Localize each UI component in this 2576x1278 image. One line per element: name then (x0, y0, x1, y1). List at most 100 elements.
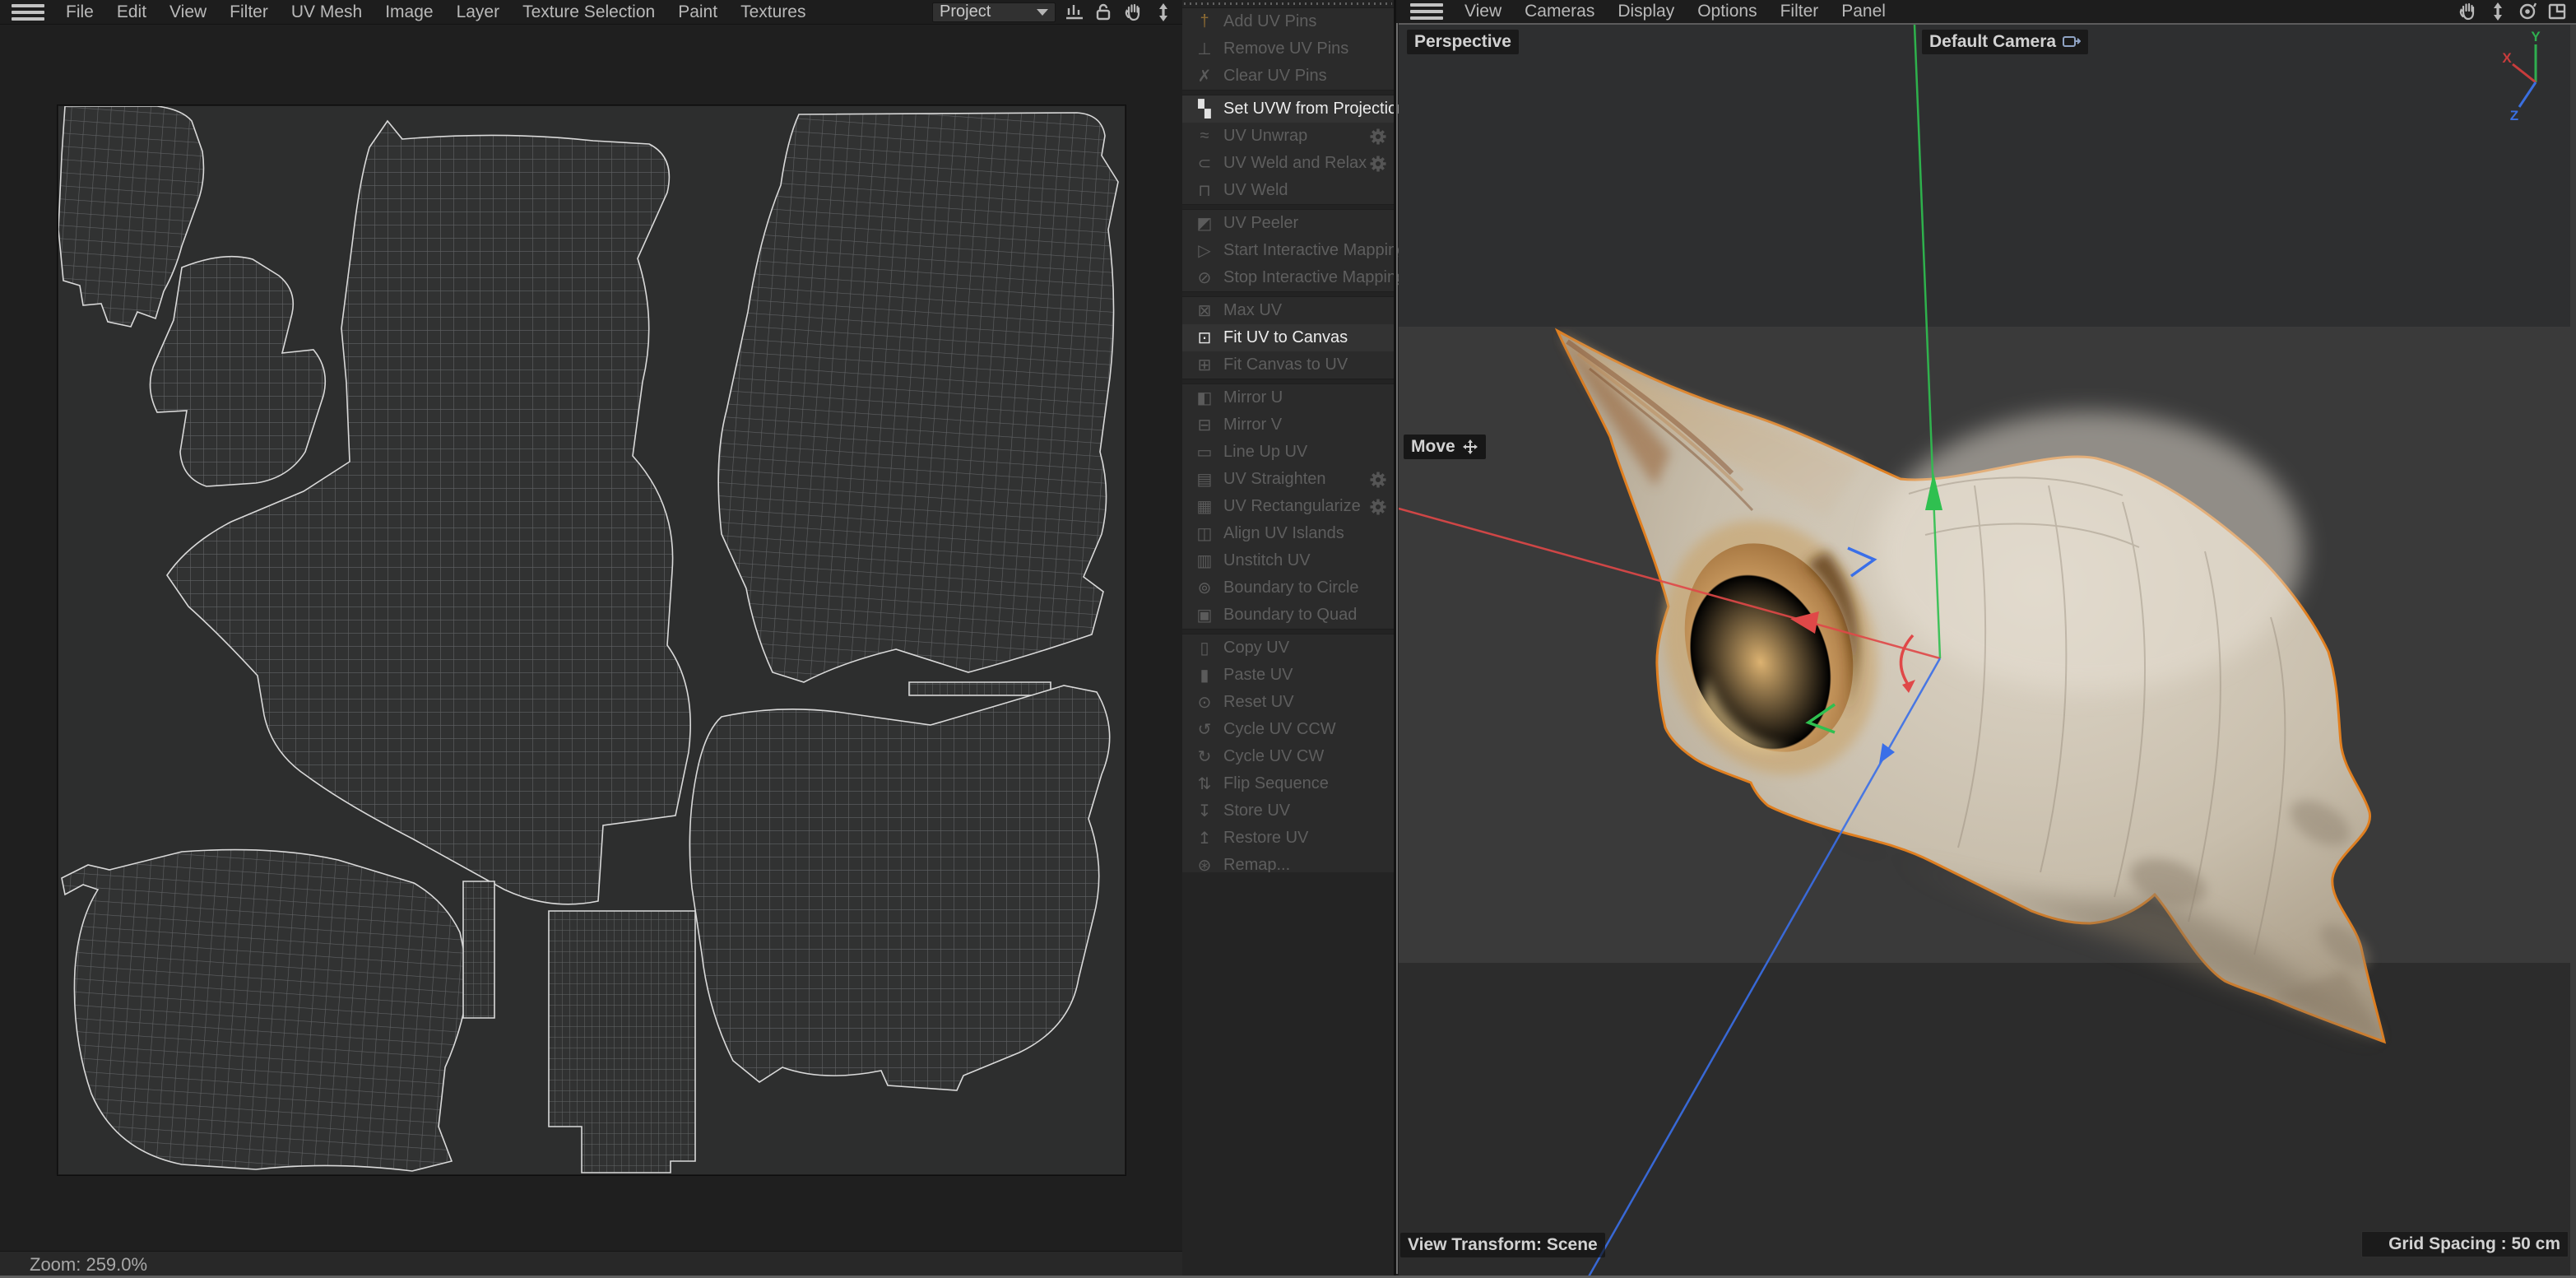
panel-item-label: UV Weld (1223, 181, 1288, 200)
menu-filter[interactable]: Filter (218, 2, 280, 22)
panel-item-mirror-v[interactable]: ⊟Mirror V (1182, 411, 1394, 439)
panel-item-cycle-uv-cw[interactable]: ↻Cycle UV CW (1182, 743, 1394, 770)
panel-item-line-up-uv[interactable]: ▭Line Up UV (1182, 439, 1394, 466)
menu-layer[interactable]: Layer (445, 2, 512, 22)
uv-island[interactable] (150, 257, 325, 486)
shell-model[interactable] (1557, 331, 2384, 1042)
panel-item-label: Restore UV (1223, 829, 1308, 848)
grid-spacing-status: Grid Spacing : 50 cm (2361, 1231, 2569, 1257)
uv-editor-menubar: FileEditViewFilterUV MeshImageLayerTextu… (0, 0, 1182, 25)
rectangularize-icon: ▦ (1192, 496, 1217, 517)
uv-island[interactable] (463, 881, 494, 1018)
stop-icon: ⊘ (1192, 267, 1217, 288)
menu-cameras[interactable]: Cameras (1513, 2, 1606, 21)
panel-item-uv-peeler[interactable]: ◩UV Peeler (1182, 210, 1394, 237)
panel-item-uv-unwrap[interactable]: ≈UV Unwrap (1182, 123, 1394, 150)
panel-item-store-uv[interactable]: ↧Store UV (1182, 797, 1394, 825)
menu-view[interactable]: View (1453, 2, 1513, 21)
pan-vertical-icon[interactable] (1153, 2, 1174, 23)
viewport-3d[interactable]: Perspective Default Camera Move (1399, 25, 2576, 1278)
panel-item-cycle-uv-ccw[interactable]: ↺Cycle UV CCW (1182, 716, 1394, 743)
panel-item-start-interactive-mapping[interactable]: ▷Start Interactive Mapping (1182, 237, 1394, 264)
weld-icon: ⊓ (1192, 180, 1217, 201)
panel-item-clear-uv-pins[interactable]: ✗Clear UV Pins (1182, 63, 1394, 90)
panel-item-boundary-to-quad[interactable]: ▣Boundary to Quad (1182, 602, 1394, 629)
align-islands-icon: ◫ (1192, 523, 1217, 544)
panel-item-boundary-to-circle[interactable]: ⊚Boundary to Circle (1182, 574, 1394, 602)
panel-item-label: UV Straighten (1223, 470, 1326, 489)
uv-island[interactable] (167, 121, 690, 904)
panel-item-mirror-u[interactable]: ◧Mirror U (1182, 384, 1394, 411)
menu-options[interactable]: Options (1686, 2, 1768, 21)
menu-texture-selection[interactable]: Texture Selection (511, 2, 666, 22)
panel-item-set-uvw-from-projection[interactable]: ▚Set UVW from Projection (1182, 95, 1394, 123)
hand-icon[interactable] (2458, 1, 2479, 22)
axis-orientation-gizmo[interactable]: Y X Z (2501, 31, 2575, 122)
panel-item-reset-uv[interactable]: ⊙Reset UV (1182, 689, 1394, 716)
maximize-icon[interactable] (2546, 1, 2568, 22)
uv-island[interactable] (909, 682, 1051, 695)
menu-uv-mesh[interactable]: UV Mesh (280, 2, 374, 22)
panel-item-label: Flip Sequence (1223, 774, 1329, 793)
pan-vertical-icon[interactable] (2487, 1, 2509, 22)
panel-item-add-uv-pins[interactable]: †Add UV Pins (1182, 8, 1394, 35)
uv-editor-pane: FileEditViewFilterUV MeshImageLayerTextu… (0, 0, 1182, 1278)
panel-item-label: Cycle UV CCW (1223, 720, 1336, 739)
menu-file[interactable]: File (54, 2, 105, 22)
panel-item-unstitch-uv[interactable]: ▥Unstitch UV (1182, 547, 1394, 574)
panel-item-stop-interactive-mapping[interactable]: ⊘Stop Interactive Mapping (1182, 264, 1394, 291)
menu-image[interactable]: Image (374, 2, 444, 22)
histogram-icon[interactable] (1064, 2, 1085, 23)
panel-item-uv-weld-and-relax[interactable]: ⊂UV Weld and Relax (1182, 150, 1394, 177)
menu-view[interactable]: View (158, 2, 218, 22)
project-dropdown[interactable]: Project (932, 2, 1056, 22)
hand-icon[interactable] (1123, 2, 1144, 23)
menu-textures[interactable]: Textures (729, 2, 817, 22)
menu-display[interactable]: Display (1606, 2, 1686, 21)
panel-item-max-uv[interactable]: ⊠Max UV (1182, 297, 1394, 324)
panel-empty-area (1182, 872, 1394, 1278)
unwrap-icon: ≈ (1192, 127, 1217, 146)
uv-island[interactable] (718, 113, 1118, 682)
gear-icon[interactable] (1369, 155, 1387, 173)
uv-island[interactable] (62, 850, 470, 1171)
panel-item-restore-uv[interactable]: ↥ Restore UV (1182, 825, 1394, 852)
orbit-icon[interactable] (2517, 1, 2538, 22)
paste-icon: ▮ (1192, 665, 1217, 685)
panel-item-remove-uv-pins[interactable]: ⊥Remove UV Pins (1182, 35, 1394, 63)
gear-icon[interactable] (1369, 498, 1387, 516)
hamburger-menu-icon[interactable] (12, 4, 44, 21)
panel-item-flip-sequence[interactable]: ⇅Flip Sequence (1182, 770, 1394, 797)
pin-remove-icon: ⊥ (1192, 39, 1217, 59)
menu-paint[interactable]: Paint (666, 2, 729, 22)
panel-item-uv-weld[interactable]: ⊓ UV Weld (1182, 177, 1394, 204)
menu-panel[interactable]: Panel (1830, 2, 1897, 21)
menu-edit[interactable]: Edit (105, 2, 158, 22)
camera-label[interactable]: Default Camera (1922, 30, 2088, 54)
uv-island[interactable] (549, 911, 695, 1173)
uv-island[interactable] (689, 685, 1109, 1090)
panel-item-label: Boundary to Quad (1223, 606, 1357, 625)
restore-icon: ↥ (1192, 828, 1217, 848)
menu-filter[interactable]: Filter (1769, 2, 1831, 21)
panel-item-label: Reset UV (1223, 693, 1294, 712)
panel-item-copy-uv[interactable]: ▯Copy UV (1182, 634, 1394, 662)
panel-item-fit-uv-to-canvas[interactable]: ⊡Fit UV to Canvas (1182, 324, 1394, 351)
panel-item-uv-rectangularize[interactable]: ▦UV Rectangularize (1182, 493, 1394, 520)
panel-item-label: Max UV (1223, 301, 1282, 320)
panel-grip-handle[interactable] (1184, 1, 1392, 7)
panel-item-fit-canvas-to-uv[interactable]: ⊞Fit Canvas to UV (1182, 351, 1394, 379)
uv-editor-toolbar (1056, 2, 1182, 23)
panel-item-align-uv-islands[interactable]: ◫Align UV Islands (1182, 520, 1394, 547)
gear-icon[interactable] (1369, 471, 1387, 489)
panel-item-uv-straighten[interactable]: ▤UV Straighten (1182, 466, 1394, 493)
project-dropdown-value: Project (940, 2, 991, 21)
gear-icon[interactable] (1369, 128, 1387, 146)
hamburger-menu-icon[interactable] (1410, 3, 1443, 20)
active-tool-label[interactable]: Move (1404, 435, 1486, 459)
axis-y-label: Y (2531, 31, 2541, 44)
view-type-label[interactable]: Perspective (1407, 30, 1519, 54)
panel-item-paste-uv[interactable]: ▮Paste UV (1182, 662, 1394, 689)
uv-canvas[interactable] (58, 105, 1126, 1175)
lock-icon[interactable] (1093, 2, 1115, 23)
